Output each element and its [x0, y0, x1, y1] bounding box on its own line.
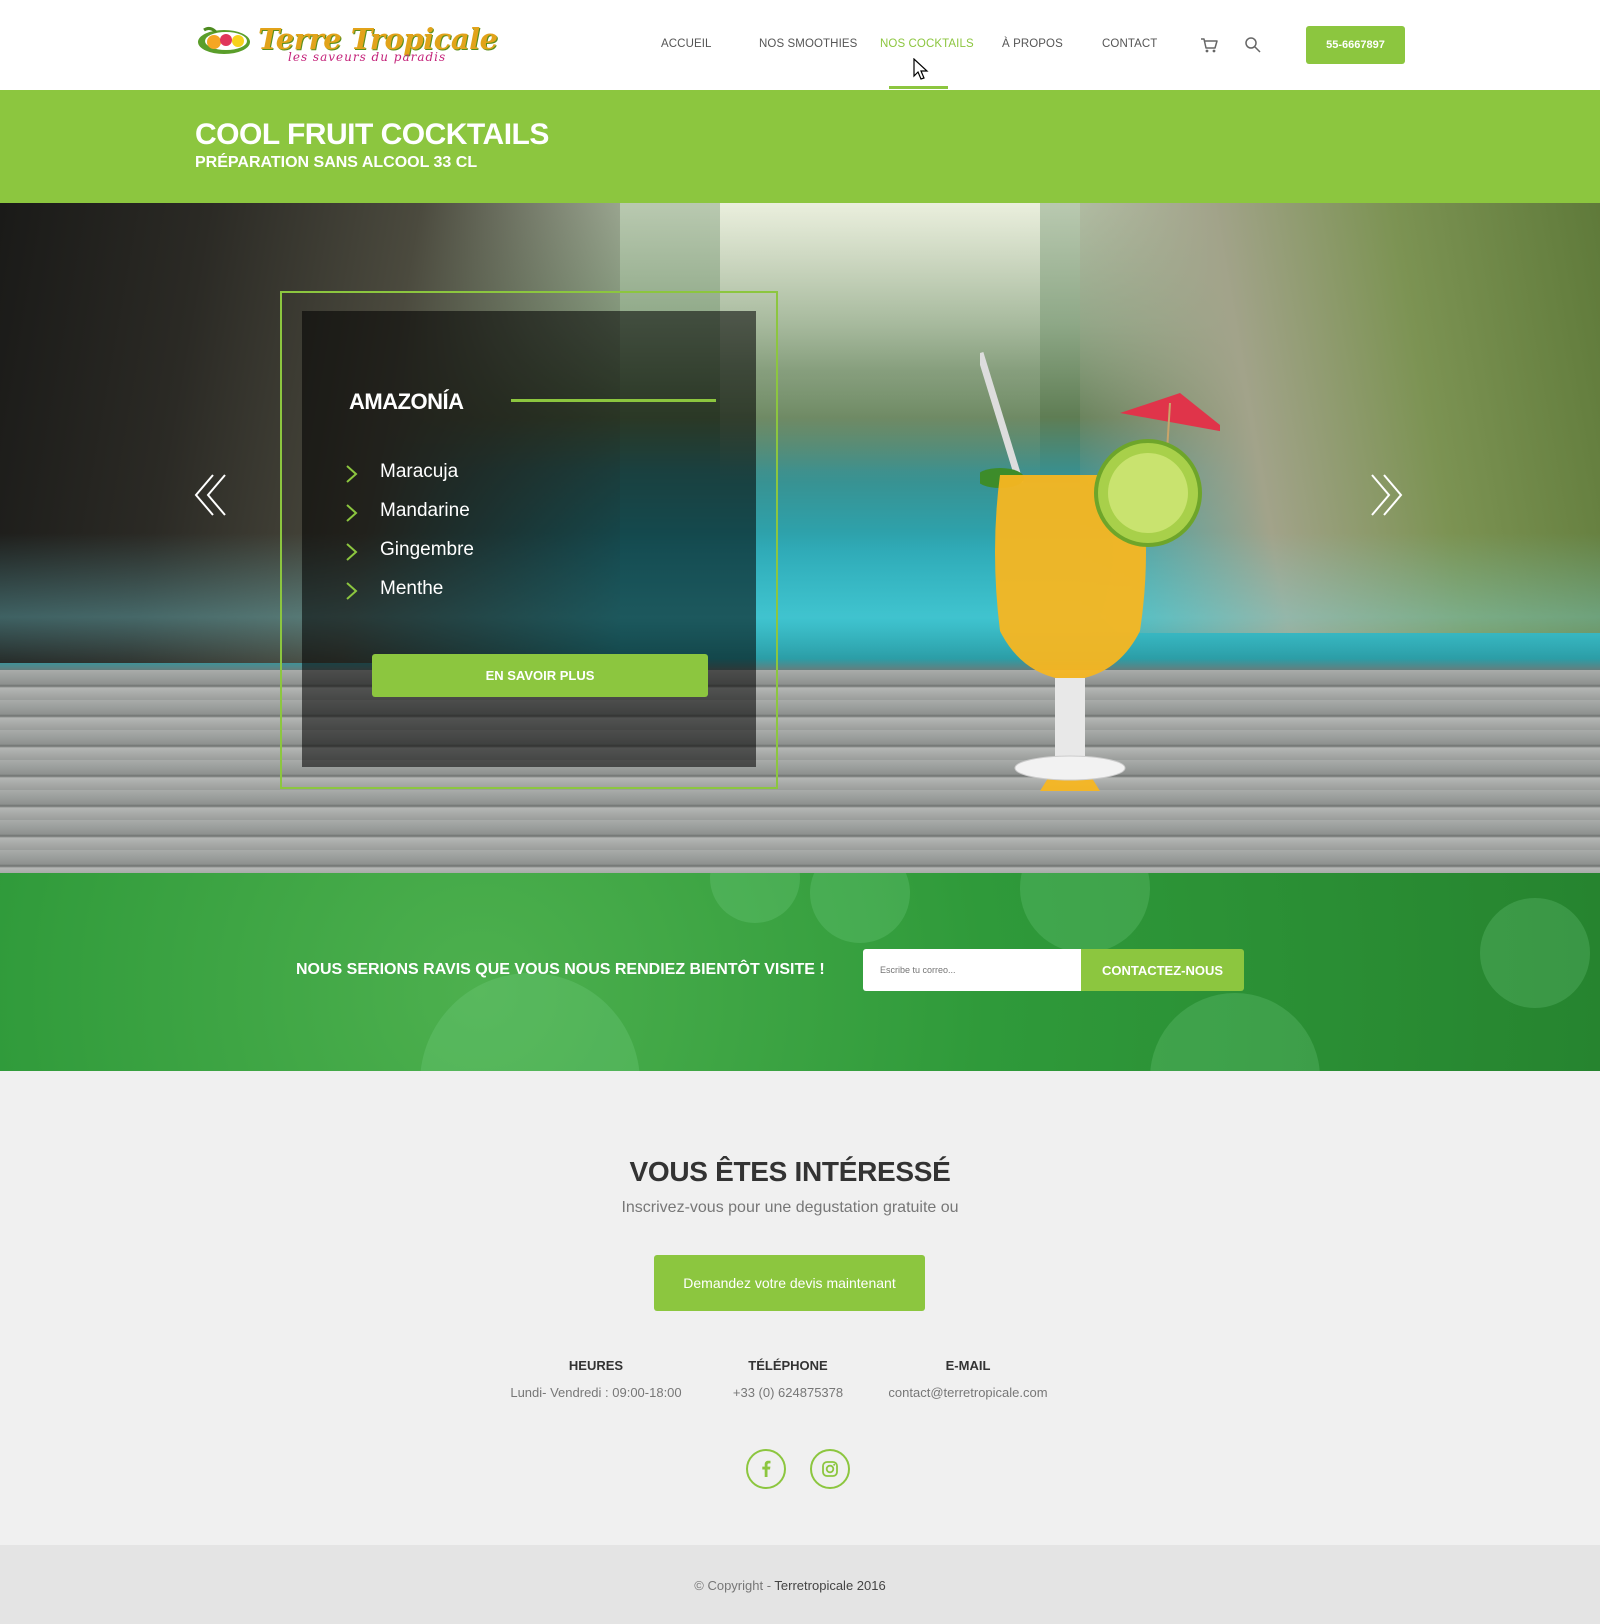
nav-item-cocktails[interactable]: NOS COCKTAILS: [880, 38, 974, 50]
ingredient-label: Menthe: [380, 578, 444, 599]
bokeh-decoration: [420, 973, 640, 1071]
request-quote-button[interactable]: Demandez votre devis maintenant: [654, 1255, 925, 1311]
nav-item-a-propos[interactable]: À PROPOS: [1002, 38, 1063, 50]
cocktail-glass-image: [980, 351, 1220, 791]
hero-slider: AMAZONÍA Maracuja Mandarine Gingembre Me…: [0, 203, 1600, 873]
info-value[interactable]: contact@terretropicale.com: [878, 1385, 1058, 1400]
copyright: © Copyright - Terretropicale 2016: [0, 1578, 1580, 1593]
hero-background-water: [0, 533, 1600, 673]
ingredient-item: Maracuja: [345, 459, 645, 489]
interested-title: VOUS ÊTES INTÉRESSÉ: [629, 1156, 951, 1187]
nav-item-smoothies[interactable]: NOS SMOOTHIES: [759, 38, 857, 50]
copyright-brand: Terretropicale 2016: [774, 1578, 886, 1593]
info-value[interactable]: +33 (0) 624875378: [708, 1385, 868, 1400]
interested-subtitle: Inscrivez-vous pour une degustation grat…: [621, 1199, 959, 1216]
drink-name-divider: [511, 399, 716, 402]
facebook-link[interactable]: [746, 1449, 786, 1489]
visit-message: NOUS SERIONS RAVIS QUE VOUS NOUS RENDIEZ…: [296, 961, 825, 978]
learn-more-button[interactable]: EN SAVOIR PLUS: [372, 654, 708, 697]
ingredient-label: Maracuja: [380, 461, 459, 482]
bokeh-decoration: [710, 873, 800, 923]
drink-name: AMAZONÍA: [349, 389, 464, 414]
instagram-icon: [822, 1461, 838, 1477]
info-heading: TÉLÉPHONE: [748, 1358, 828, 1373]
chevron-right-icon: [346, 504, 358, 522]
nav-item-accueil[interactable]: ACCUEIL: [661, 38, 712, 50]
cart-icon[interactable]: [1199, 35, 1219, 55]
facebook-icon: [762, 1460, 771, 1477]
site-header: Terre Tropicale les saveurs du paradis A…: [0, 0, 1600, 90]
info-heading: HEURES: [568, 1358, 624, 1373]
hero-background-deck: [0, 670, 1600, 873]
ingredient-label: Gingembre: [380, 539, 474, 560]
bokeh-decoration: [810, 873, 910, 943]
ingredient-item: Menthe: [345, 576, 645, 606]
chevron-right-icon: [346, 543, 358, 561]
info-email: E-MAIL contact@terretropicale.com: [878, 1358, 1058, 1400]
bokeh-decoration: [1480, 898, 1590, 1008]
info-hours: HEURES Lundi- Vendredi : 09:00-18:00: [496, 1358, 696, 1400]
chevron-right-icon: [346, 465, 358, 483]
email-input[interactable]: [863, 949, 1085, 991]
info-value: Lundi- Vendredi : 09:00-18:00: [510, 1385, 682, 1400]
page-title-band: COOL FRUIT COCKTAILS PRÉPARATION SANS AL…: [0, 90, 1600, 203]
search-icon[interactable]: [1243, 35, 1263, 55]
ingredient-item: Mandarine: [345, 498, 645, 528]
site-footer: © Copyright - Terretropicale 2016: [0, 1545, 1600, 1624]
info-phone: TÉLÉPHONE +33 (0) 624875378: [708, 1358, 868, 1400]
phone-button[interactable]: 55-6667897: [1306, 26, 1405, 64]
ingredient-label: Mandarine: [380, 500, 470, 521]
ingredient-item: Gingembre: [345, 537, 645, 567]
info-heading: E-MAIL: [945, 1358, 991, 1373]
instagram-link[interactable]: [810, 1449, 850, 1489]
page-title: COOL FRUIT COCKTAILS: [195, 118, 549, 151]
slider-next-icon[interactable]: [1368, 473, 1404, 517]
active-nav-indicator: [889, 86, 948, 89]
contact-band: NOUS SERIONS RAVIS QUE VOUS NOUS RENDIEZ…: [0, 873, 1600, 1071]
page-subtitle: PRÉPARATION SANS ALCOOL 33 CL: [195, 154, 478, 171]
bokeh-decoration: [1150, 993, 1320, 1071]
bokeh-decoration: [1020, 873, 1150, 953]
contact-button[interactable]: CONTACTEZ-NOUS: [1081, 949, 1244, 991]
mouse-cursor-icon: [913, 58, 929, 80]
nav-item-contact[interactable]: CONTACT: [1102, 38, 1157, 50]
copyright-prefix: © Copyright -: [694, 1578, 775, 1593]
chevron-right-icon: [346, 582, 358, 600]
slider-prev-icon[interactable]: [193, 473, 229, 517]
